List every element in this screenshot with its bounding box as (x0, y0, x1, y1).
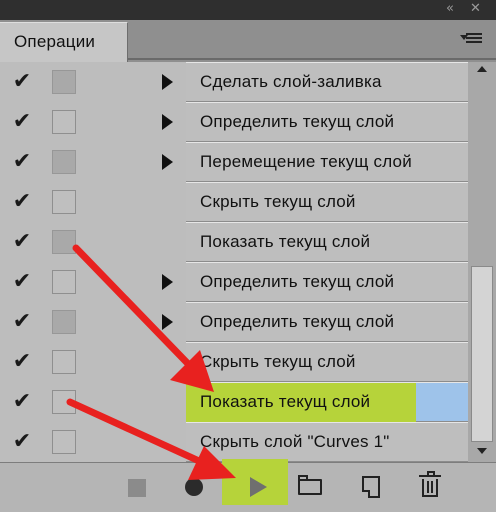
action-step-cell[interactable]: Показать текущ слой (186, 222, 468, 262)
action-step-row[interactable]: ✔ Определить текущ слой (0, 302, 468, 342)
new-set-button[interactable] (292, 469, 328, 505)
toggle-item-check-icon[interactable]: ✔ (0, 382, 44, 422)
actions-list[interactable]: ✔ Сделать слой-заливка ✔ Определить текущ с… (0, 62, 468, 462)
scroll-thumb[interactable] (471, 266, 493, 442)
record-icon (185, 478, 203, 496)
play-button[interactable] (236, 469, 272, 505)
record-button[interactable] (176, 469, 212, 505)
toggle-item-check-icon[interactable]: ✔ (0, 62, 44, 102)
expand-triangle-icon[interactable] (162, 314, 173, 330)
toggle-dialog-box[interactable] (52, 390, 76, 414)
toggle-item-check-icon[interactable]: ✔ (0, 262, 44, 302)
action-step-row[interactable]: ✔ Скрыть слой "Curves 1" (0, 422, 468, 462)
toggle-dialog-box[interactable] (52, 430, 76, 454)
actions-toolbar (0, 459, 496, 512)
expand-triangle-icon[interactable] (162, 114, 173, 130)
toggle-item-check-icon[interactable]: ✔ (0, 342, 44, 382)
toggle-item-check-icon[interactable]: ✔ (0, 182, 44, 222)
toggle-dialog-box[interactable] (52, 70, 76, 94)
action-step-label: Перемещение текущ слой (200, 152, 412, 171)
action-step-row[interactable]: ✔ Перемещение текущ слой (0, 142, 468, 182)
expand-triangle-icon[interactable] (162, 274, 173, 290)
action-step-row[interactable]: ✔ Определить текущ слой (0, 102, 468, 142)
toggle-dialog-box[interactable] (52, 150, 76, 174)
scroll-up-icon[interactable] (477, 66, 487, 72)
toggle-item-check-icon[interactable]: ✔ (0, 422, 44, 462)
panel-title-bar: « ✕ (0, 0, 496, 20)
action-step-cell[interactable]: Показать текущ слой (186, 382, 468, 423)
stop-button[interactable] (118, 469, 154, 505)
panel-menu-icon (466, 33, 482, 43)
action-step-cell[interactable]: Скрыть слой "Curves 1" (186, 422, 468, 462)
toggle-dialog-box[interactable] (52, 110, 76, 134)
toggle-item-check-icon[interactable]: ✔ (0, 222, 44, 262)
action-step-cell[interactable]: Определить текущ слой (186, 262, 468, 302)
action-step-label: Определить текущ слой (200, 112, 395, 131)
action-step-label: Определить текущ слой (200, 272, 395, 291)
panel-tab-row: Операции (0, 20, 496, 62)
action-step-row[interactable]: ✔ Скрыть текущ слой (0, 182, 468, 222)
action-step-row[interactable]: ✔ Определить текущ слой (0, 262, 468, 302)
action-step-row[interactable]: ✔ Показать текущ слой (0, 222, 468, 262)
action-step-label: Показать текущ слой (200, 392, 371, 411)
toggle-item-check-icon[interactable]: ✔ (0, 102, 44, 142)
action-step-label: Скрыть текущ слой (200, 352, 356, 371)
toggle-item-check-icon[interactable]: ✔ (0, 302, 44, 342)
expand-triangle-icon[interactable] (162, 74, 173, 90)
close-icon[interactable]: ✕ (470, 1, 481, 17)
trash-icon (419, 475, 441, 497)
tab-actions[interactable]: Операции (0, 22, 128, 62)
action-step-cell[interactable]: Определить текущ слой (186, 302, 468, 342)
action-step-label: Показать текущ слой (200, 232, 371, 251)
tab-actions-label: Операции (14, 32, 96, 51)
action-step-label: Скрыть текущ слой (200, 192, 356, 211)
expand-triangle-icon[interactable] (162, 154, 173, 170)
toggle-dialog-box[interactable] (52, 270, 76, 294)
play-icon (250, 477, 267, 497)
action-step-row[interactable]: ✔ Скрыть текущ слой (0, 342, 468, 382)
action-step-row[interactable]: ✔ Сделать слой-заливка (0, 62, 468, 102)
action-step-cell[interactable]: Скрыть текущ слой (186, 342, 468, 382)
toggle-dialog-box[interactable] (52, 190, 76, 214)
toggle-dialog-box[interactable] (52, 350, 76, 374)
action-step-cell[interactable]: Сделать слой-заливка (186, 62, 468, 102)
new-action-button[interactable] (354, 469, 390, 505)
delete-button[interactable] (412, 469, 448, 505)
action-step-label: Определить текущ слой (200, 312, 395, 331)
panel-menu-button[interactable] (460, 26, 490, 50)
toggle-item-check-icon[interactable]: ✔ (0, 142, 44, 182)
action-step-label: Сделать слой-заливка (200, 72, 382, 91)
folder-icon (298, 475, 322, 495)
actions-scrollbar[interactable] (468, 62, 496, 462)
new-action-icon (362, 476, 380, 498)
scroll-down-icon[interactable] (477, 448, 487, 454)
action-step-cell[interactable]: Определить текущ слой (186, 102, 468, 142)
action-step-cell[interactable]: Перемещение текущ слой (186, 142, 468, 182)
collapse-icon[interactable]: « (446, 1, 454, 17)
action-step-row[interactable]: ✔ Показать текущ слой (0, 382, 468, 423)
toggle-dialog-box[interactable] (52, 310, 76, 334)
stop-icon (128, 479, 146, 497)
toggle-dialog-box[interactable] (52, 230, 76, 254)
tab-divider (128, 58, 496, 60)
action-step-cell[interactable]: Скрыть текущ слой (186, 182, 468, 222)
action-step-label: Скрыть слой "Curves 1" (200, 432, 390, 451)
